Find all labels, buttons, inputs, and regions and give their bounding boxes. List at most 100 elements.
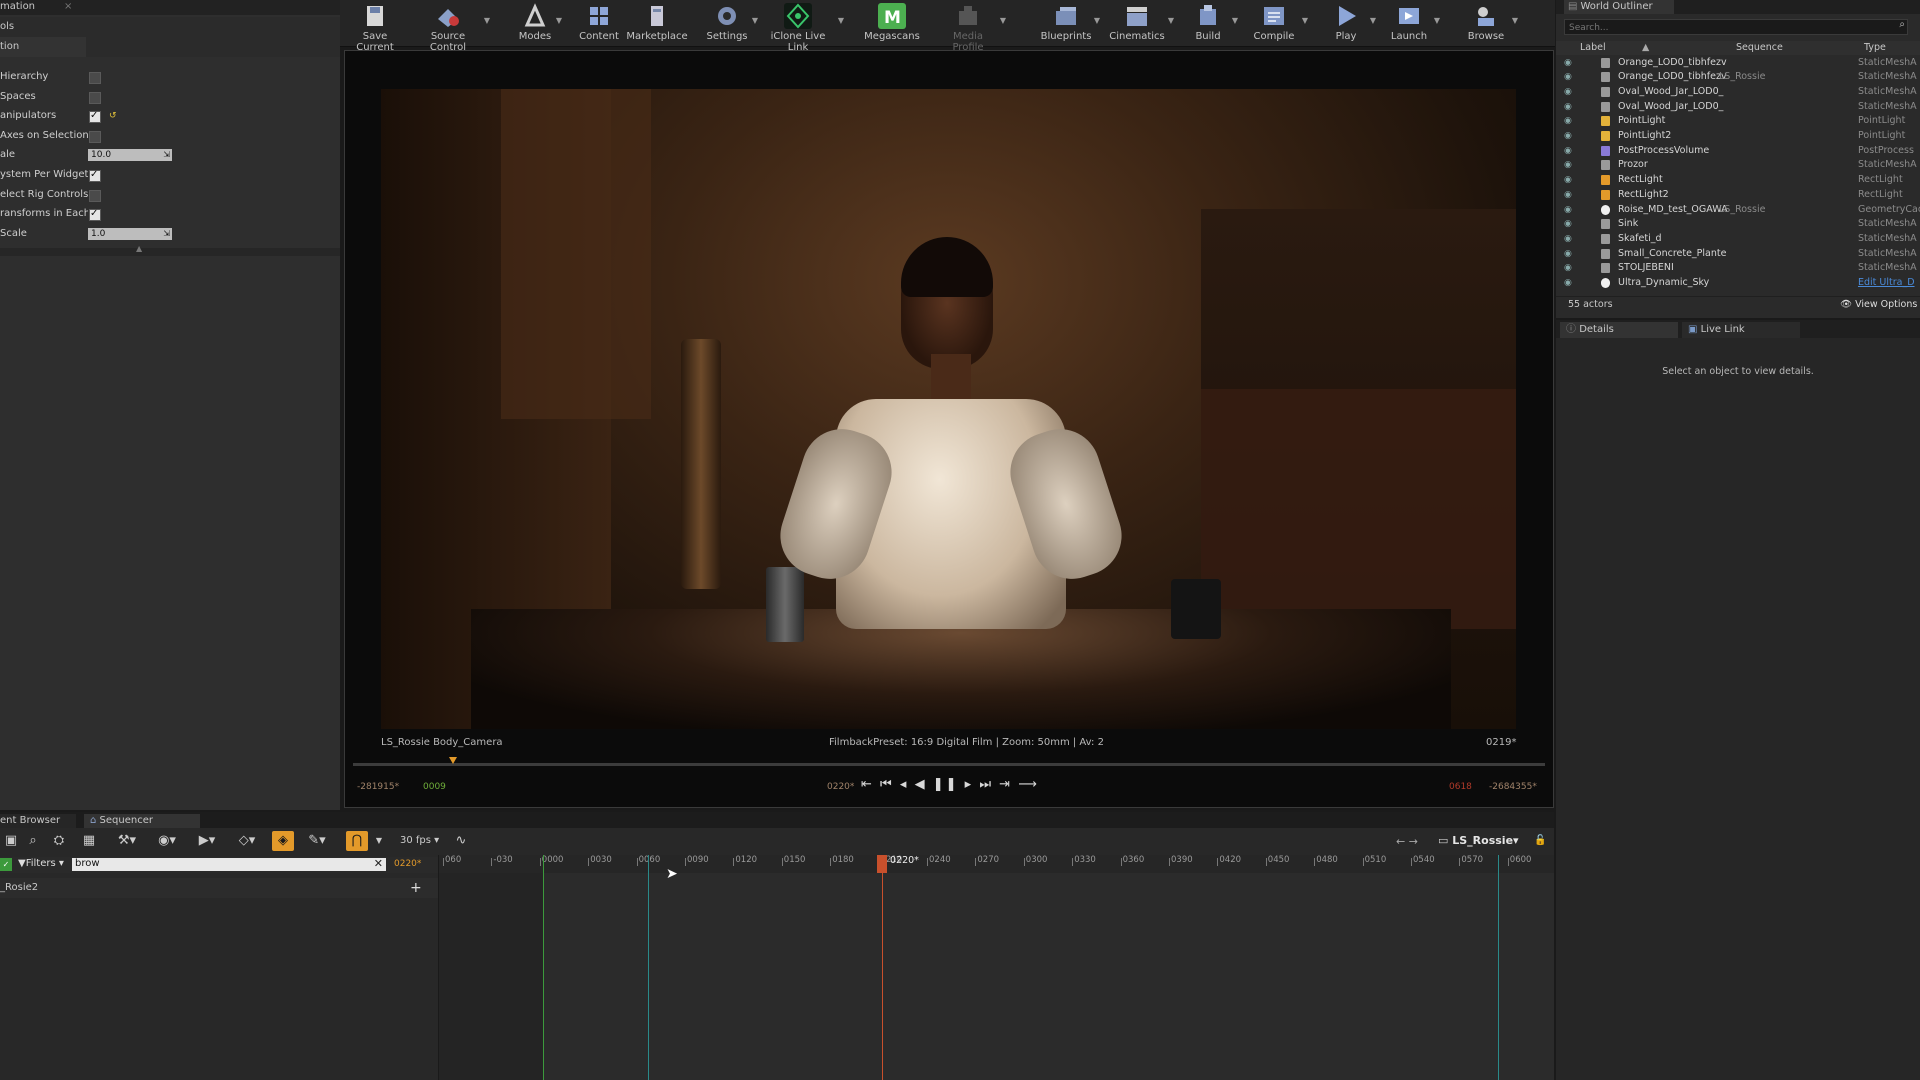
cinematic-viewport[interactable]: LS_Rossie Body_Camera FilmbackPreset: 16… xyxy=(344,50,1554,808)
lock-icon[interactable]: 🔓 xyxy=(1534,835,1546,846)
prev-frame-icon[interactable]: ◂ xyxy=(900,777,909,792)
outliner-row[interactable]: ◉ Oval_Wood_Jar_LOD0_ StaticMeshA xyxy=(1556,85,1920,100)
outliner-row[interactable]: ◉ Prozor StaticMeshA xyxy=(1556,158,1920,173)
auto-key-toggle-icon[interactable]: ◈ xyxy=(272,831,294,851)
reset-icon[interactable]: ↺ xyxy=(109,106,117,126)
outliner-row[interactable]: ◉ Skafeti_d StaticMeshA xyxy=(1556,232,1920,247)
pause-icon[interactable]: ❚❚ xyxy=(933,777,959,792)
playback-start-line[interactable] xyxy=(543,855,544,1080)
outliner-row[interactable]: ◉ STOLJEBENI StaticMeshA xyxy=(1556,261,1920,276)
outliner-row[interactable]: ◉ RectLight2 RectLight xyxy=(1556,188,1920,203)
visibility-eye-icon[interactable]: ◉ xyxy=(1564,114,1572,129)
playback-end-line[interactable] xyxy=(1498,855,1499,1080)
section-animation[interactable]: tion xyxy=(0,37,87,57)
option-checkbox[interactable] xyxy=(89,106,101,126)
browse-button[interactable]: Browse ▼ xyxy=(1464,0,1518,46)
source-control-button[interactable]: Source Control ▼ xyxy=(412,0,490,53)
outliner-row[interactable]: ◉ Roise_MD_test_OGAWA LS_Rossie GeometryCac xyxy=(1556,203,1920,218)
section-tools[interactable]: ols xyxy=(0,17,340,37)
play-button[interactable]: Play ▼ xyxy=(1328,0,1376,46)
dropdown-arrow-icon[interactable]: ▼ xyxy=(1434,16,1440,25)
dropdown-arrow-icon[interactable]: ▼ xyxy=(372,831,386,851)
snap-toggle-icon[interactable]: ⋂ xyxy=(346,831,368,851)
compile-button[interactable]: Compile ▼ xyxy=(1248,0,1308,46)
next-key-icon[interactable]: ⏭ xyxy=(979,777,993,792)
dropdown-arrow-icon[interactable]: ▼ xyxy=(1512,16,1518,25)
option-number-field[interactable]: 1.0 ⇲ xyxy=(88,227,172,240)
selection-start-line[interactable] xyxy=(648,855,649,1080)
save-current-button[interactable]: Save Current xyxy=(344,0,406,53)
collapse-arrow-icon[interactable]: ▲ xyxy=(136,244,142,253)
close-icon[interactable]: × xyxy=(64,1,72,12)
scrub-marker[interactable] xyxy=(449,757,457,764)
jump-start-icon[interactable]: ⇤ xyxy=(861,777,874,792)
view-options-icon[interactable]: ◉▾ xyxy=(150,831,184,851)
key-options-icon[interactable]: ◇▾ xyxy=(232,831,262,851)
dropdown-arrow-icon[interactable]: ▼ xyxy=(1168,16,1174,25)
dropdown-arrow-icon[interactable]: ▼ xyxy=(1302,16,1308,25)
save-sequence-icon[interactable]: ▣ xyxy=(0,831,22,851)
blueprints-button[interactable]: Blueprints ▼ xyxy=(1040,0,1100,46)
outliner-row[interactable]: ◉ Small_Concrete_Plante StaticMeshA xyxy=(1556,247,1920,262)
media-profile-button[interactable]: Media Profile ▼ xyxy=(936,0,1006,53)
option-checkbox[interactable] xyxy=(89,130,101,143)
render-movie-icon[interactable]: ▦ xyxy=(78,831,100,851)
search-icon[interactable]: ⌕ xyxy=(22,831,44,851)
curve-editor-icon[interactable]: ∿ xyxy=(450,831,472,851)
outliner-row[interactable]: ◉ RectLight RectLight xyxy=(1556,173,1920,188)
marketplace-button[interactable]: Marketplace xyxy=(626,0,688,46)
outliner-row[interactable]: ◉ PointLight2 PointLight xyxy=(1556,129,1920,144)
option-number-field[interactable]: 10.0 ⇲ xyxy=(88,149,172,162)
visibility-eye-icon[interactable]: ◉ xyxy=(1564,261,1572,276)
iclone-live-link-button[interactable]: iClone Live Link ▼ xyxy=(760,0,844,53)
filters-button[interactable]: ▼Filters ▾ xyxy=(18,858,64,869)
visibility-eye-icon[interactable]: ◉ xyxy=(1564,217,1572,232)
dropdown-arrow-icon[interactable]: ▼ xyxy=(1094,16,1100,25)
dropdown-arrow-icon[interactable]: ▼ xyxy=(1000,16,1006,25)
dropdown-arrow-icon[interactable]: ▼ xyxy=(838,16,844,25)
add-icon[interactable]: + xyxy=(410,878,422,898)
option-checkbox[interactable] xyxy=(89,165,101,185)
dropdown-arrow-icon[interactable]: ▼ xyxy=(556,16,562,25)
jump-end-icon[interactable]: ⇥ xyxy=(999,777,1012,792)
add-track-icon[interactable]: ✓ xyxy=(0,858,12,871)
playhead-line[interactable] xyxy=(882,855,883,1080)
dropdown-arrow-icon[interactable]: ▼ xyxy=(484,16,490,25)
visibility-eye-icon[interactable]: ◉ xyxy=(1564,247,1572,262)
loop-icon[interactable]: ⟶ xyxy=(1018,777,1039,792)
current-frame-field[interactable]: 0220* xyxy=(394,859,421,869)
outliner-row[interactable]: ◉ Ultra_Dynamic_Sky Edit Ultra_D xyxy=(1556,276,1920,291)
visibility-eye-icon[interactable]: ◉ xyxy=(1564,70,1572,85)
col-label-header[interactable]: Label xyxy=(1580,41,1606,55)
option-checkbox[interactable] xyxy=(89,204,101,224)
timeline-area[interactable]: 060 -030 0000 0030 0060 0090 0120 0150 0180 0210 0… xyxy=(439,855,1554,1080)
play-reverse-icon[interactable]: ◀ xyxy=(915,777,927,792)
visibility-eye-icon[interactable]: ◉ xyxy=(1564,144,1572,159)
clear-search-icon[interactable]: ✕ xyxy=(374,857,383,870)
option-checkbox[interactable] xyxy=(89,189,101,202)
dropdown-arrow-icon[interactable]: ▼ xyxy=(752,16,758,25)
visibility-eye-icon[interactable]: ◉ xyxy=(1564,158,1572,173)
tools-icon[interactable]: ⚒▾ xyxy=(112,831,142,851)
dropdown-arrow-icon[interactable]: ▼ xyxy=(1232,16,1238,25)
outliner-row[interactable]: ◉ Sink StaticMeshA xyxy=(1556,217,1920,232)
actor-type[interactable]: Edit Ultra_D xyxy=(1858,276,1915,291)
next-frame-icon[interactable]: ▸ xyxy=(965,777,974,792)
fps-selector[interactable]: 30 fps ▾ xyxy=(400,835,439,846)
playhead-handle[interactable] xyxy=(877,855,887,873)
col-sequence-header[interactable]: Sequence xyxy=(1736,41,1783,55)
megascans-button[interactable]: M Megascans xyxy=(862,0,922,46)
spinner-icon[interactable]: ⇲ xyxy=(163,149,170,161)
visibility-eye-icon[interactable]: ◉ xyxy=(1564,203,1572,218)
build-button[interactable]: Build ▼ xyxy=(1188,0,1238,46)
col-type-header[interactable]: Type xyxy=(1864,41,1886,55)
timeline-ruler[interactable]: 060 -030 0000 0030 0060 0090 0120 0150 0180 0210 0… xyxy=(439,855,1554,873)
outliner-row[interactable]: ◉ PostProcessVolume PostProcess xyxy=(1556,144,1920,159)
panel-divider[interactable]: ▲ xyxy=(0,244,340,256)
tab-sequencer[interactable]: ⌂ Sequencer xyxy=(84,814,200,828)
visibility-eye-icon[interactable]: ◉ xyxy=(1564,173,1572,188)
outliner-row[interactable]: ◉ PointLight PointLight xyxy=(1556,114,1920,129)
visibility-eye-icon[interactable]: ◉ xyxy=(1564,276,1572,291)
option-checkbox[interactable] xyxy=(89,72,101,84)
spinner-icon[interactable]: ⇲ xyxy=(163,228,170,240)
